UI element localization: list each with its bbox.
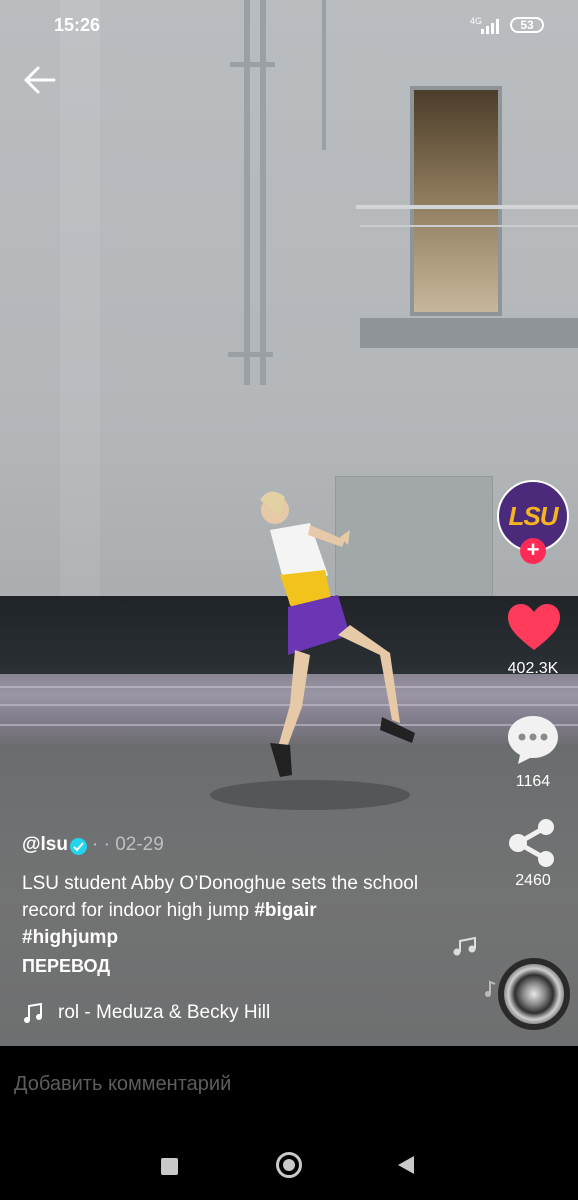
hashtag-bigair[interactable]: #bigair	[254, 900, 316, 921]
avatar-logo-text: LSU	[508, 501, 559, 531]
music-disc[interactable]	[498, 958, 570, 1030]
verified-badge-icon	[70, 838, 87, 855]
follow-button[interactable]: +	[520, 538, 546, 564]
music-note-icon	[24, 1002, 42, 1023]
share-icon[interactable]	[506, 818, 558, 868]
floating-note-icon	[485, 980, 496, 997]
floating-note-icon	[453, 936, 476, 956]
system-back-button[interactable]	[398, 1156, 414, 1174]
comment-input[interactable]: Добавить комментарий	[14, 1073, 231, 1096]
battery-indicator: 53	[510, 17, 544, 33]
back-arrow-icon[interactable]	[22, 64, 58, 96]
caption-text: LSU student Abby O’Donoghue sets the sch…	[22, 873, 419, 921]
author-username[interactable]: @lsu	[22, 834, 68, 856]
recents-button[interactable]	[161, 1158, 178, 1175]
balcony-floor	[360, 318, 578, 348]
post-caption: LSU student Abby O’Donoghue sets the sch…	[22, 870, 462, 951]
hashtag-highjump[interactable]: #highjump	[22, 927, 118, 948]
home-button[interactable]	[276, 1152, 302, 1178]
status-bar: 15:26 4G 53	[0, 14, 578, 38]
balcony	[356, 205, 578, 329]
translate-button[interactable]: ПЕРЕВОД	[22, 956, 110, 977]
athlete-figure	[260, 491, 415, 777]
music-title[interactable]: rol - Meduza & Becky Hill	[58, 1002, 270, 1024]
share-count: 2460	[515, 872, 551, 889]
balcony-railing	[360, 225, 578, 227]
wall-pipe	[244, 0, 250, 385]
signal-icon	[481, 19, 499, 34]
wall-pipe	[260, 0, 266, 385]
comment-count: 1164	[515, 773, 551, 790]
wall-pipe	[230, 62, 275, 67]
wall-pipe	[228, 352, 273, 357]
like-count: 402.3K	[507, 660, 559, 677]
wall-column	[60, 0, 100, 600]
post-date: · · 02-29	[92, 834, 164, 855]
status-time: 15:26	[54, 15, 101, 35]
like-heart-icon[interactable]	[506, 602, 562, 652]
comment-icon[interactable]	[506, 712, 560, 766]
